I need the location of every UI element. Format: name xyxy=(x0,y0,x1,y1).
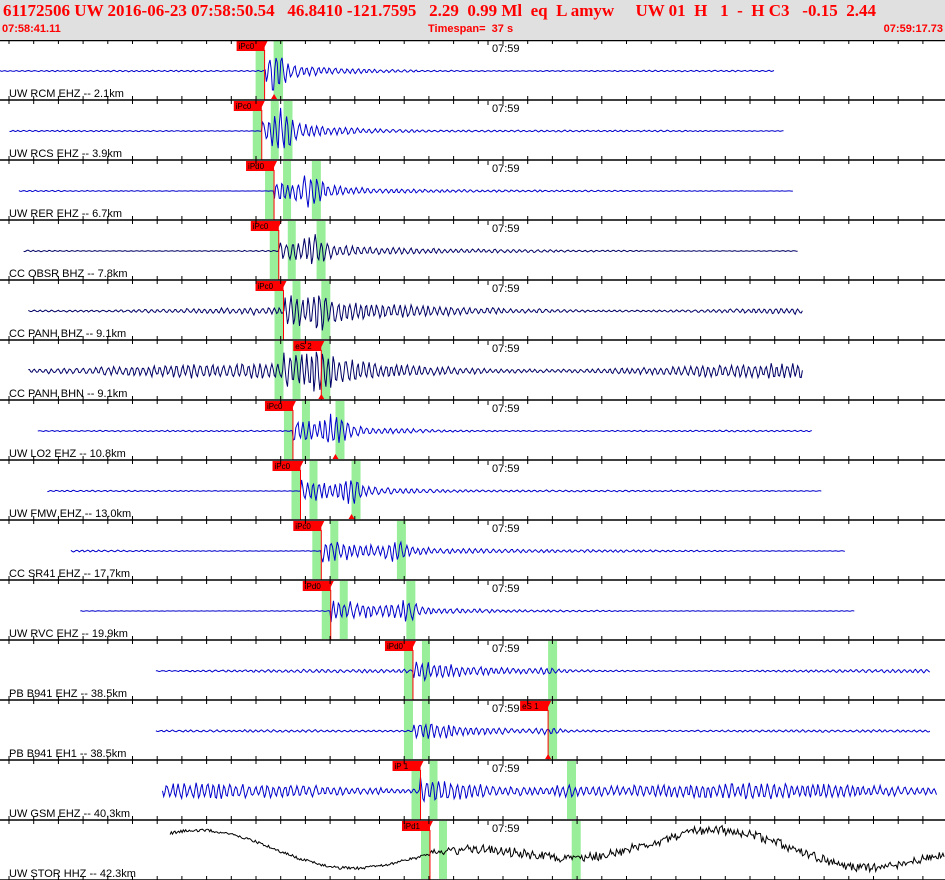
station-label: UW RCS EHZ -- 3.9km xyxy=(9,148,122,160)
trace-row[interactable]: iPd0 07:59UW RER EHZ -- 6.7km xyxy=(0,161,945,221)
trace-row[interactable]: iPc0 07:59 CC OBSR BHZ -- 7.8km xyxy=(0,221,945,281)
pick-label: iPc0 xyxy=(275,462,291,471)
minute-marker-label: 07:59 xyxy=(492,823,520,835)
station-label: UW GSM EHZ -- 40.3km xyxy=(9,808,130,820)
trace-row[interactable]: iPd1 07:59 UW STOR HHZ -- 42.3km xyxy=(0,821,945,880)
window-end-time: 07:59:17.73 xyxy=(883,23,943,35)
s-window xyxy=(274,41,284,99)
s-window xyxy=(311,161,321,219)
waveform-trace xyxy=(0,57,775,91)
minute-marker-label: 07:59 xyxy=(492,703,520,715)
waveform-trace xyxy=(162,777,937,803)
seismogram-panel[interactable]: iPc0 07:59UW RCM EHZ -- 2.1kmiPc0 07:59UW … xyxy=(0,40,945,880)
minute-marker-label: 07:59 xyxy=(492,583,520,595)
event-header: 61172506 UW 2016-06-23 07:58:50.54 46.84… xyxy=(0,0,945,40)
trace-row[interactable]: iP 1 07:59 UW GSM EHZ -- 40.3km xyxy=(0,761,945,821)
pick-label: iPc0 xyxy=(239,42,255,51)
timespan-label: Timespan= 37 s xyxy=(428,23,514,35)
pick-label: iPc0 xyxy=(253,222,269,231)
trace-row[interactable]: iPc0 07:59 UW RCS EHZ -- 3.9km xyxy=(0,101,945,161)
waveform-trace xyxy=(155,723,931,740)
minute-marker-label: 07:59 xyxy=(492,523,520,535)
p-window-secondary xyxy=(301,401,310,459)
waveform-trace xyxy=(28,295,803,331)
p-window-secondary xyxy=(330,521,339,579)
waveform-trace xyxy=(28,351,803,392)
trace-row[interactable]: iPd0 07:59 PB B941 EHZ -- 38.5km xyxy=(0,641,945,701)
station-label: UW RER EHZ -- 6.7km xyxy=(9,208,122,220)
minute-marker-label: 07:59 xyxy=(492,283,520,295)
trace-row[interactable]: eS 107:59 PB B941 EH1 -- 38.5km xyxy=(0,701,945,761)
waveform-trace xyxy=(80,600,855,623)
station-label: PB B941 EH1 -- 38.5km xyxy=(9,748,126,760)
event-summary-title: 61172506 UW 2016-06-23 07:58:50.54 46.84… xyxy=(3,1,876,20)
minute-marker-label: 07:59 xyxy=(492,43,520,55)
waveform-trace xyxy=(70,540,845,563)
pick-label: iPc0 xyxy=(236,102,252,111)
station-label: PB B941 EHZ -- 38.5km xyxy=(9,688,127,700)
station-label: CC PANH BHZ -- 9.1km xyxy=(9,328,126,340)
pick-label: iP 1 xyxy=(395,762,409,771)
waveform-trace xyxy=(47,479,822,504)
p-window-secondary xyxy=(309,461,318,519)
minute-marker-label: 07:59 xyxy=(492,463,520,475)
trace-row[interactable]: iPc0 07:59 CC PANH BHZ -- 9.1km xyxy=(0,281,945,341)
p-window-secondary xyxy=(292,281,301,339)
waveform-trace xyxy=(37,413,812,443)
minute-marker-label: 07:59 xyxy=(492,763,520,775)
minute-marker-label: 07:59 xyxy=(492,103,520,115)
station-label: CC OBSR BHZ -- 7.8km xyxy=(9,268,128,280)
pick-label: iPc0 xyxy=(295,522,311,531)
window-start-time: 07:58:41.11 xyxy=(2,23,61,35)
waveform-trace xyxy=(155,661,931,682)
station-label: CC SR41 EHZ -- 17.7km xyxy=(9,568,130,580)
pick-label: iPc0 xyxy=(258,282,274,291)
waveform-trace xyxy=(18,175,793,208)
pick-label: iPd0 xyxy=(305,582,322,591)
trace-row[interactable]: iPd0 07:59 UW RVC EHZ -- 19.9km xyxy=(0,581,945,641)
s-window xyxy=(396,521,406,579)
minute-marker-label: 07:59 xyxy=(492,343,520,355)
pick-label: eS 1 xyxy=(522,702,539,711)
s-window xyxy=(321,341,331,399)
pick-label: iPd0 xyxy=(387,642,404,651)
s-window xyxy=(571,821,581,879)
p-window-secondary xyxy=(270,101,279,159)
station-label: UW RCM EHZ -- 2.1km xyxy=(9,88,124,100)
waveform-trace xyxy=(9,107,784,149)
station-label: CC PANH BHN -- 9.1km xyxy=(9,388,127,400)
minute-marker-label: 07:59 xyxy=(492,403,520,415)
trace-row[interactable]: iPc0 07:59 UW FMW EHZ -- 13.0km xyxy=(0,461,945,521)
waveform-trace xyxy=(169,824,945,874)
pick-label: eS 2 xyxy=(295,342,312,351)
station-label: UW FMW EHZ -- 13.0km xyxy=(9,508,131,520)
p-window-secondary xyxy=(421,701,430,759)
minute-marker-label: 07:59 xyxy=(492,223,520,235)
p-window-secondary xyxy=(339,581,348,639)
s-window xyxy=(316,221,326,279)
trace-row[interactable]: eS 2 07:59 CC PANH BHN -- 9.1km xyxy=(0,341,945,401)
trace-row[interactable]: iPc0 07:59 CC SR41 EHZ -- 17.7km xyxy=(0,521,945,581)
station-label: UW STOR HHZ -- 42.3km xyxy=(9,868,136,880)
s-window xyxy=(548,641,558,699)
p-window-secondary xyxy=(438,821,447,879)
minute-marker-label: 07:59 xyxy=(492,643,520,655)
minute-marker-label: 07:59 xyxy=(492,163,520,175)
waveform-trace xyxy=(23,234,798,265)
trace-row[interactable]: iPc0 07:59UW LO2 EHZ -- 10.8km xyxy=(0,401,945,461)
trace-row[interactable]: iPc0 07:59 UW RCM EHZ -- 2.1km xyxy=(0,41,945,101)
station-label: UW RVC EHZ -- 19.9km xyxy=(9,628,128,640)
pick-label: iPd1 xyxy=(404,822,421,831)
